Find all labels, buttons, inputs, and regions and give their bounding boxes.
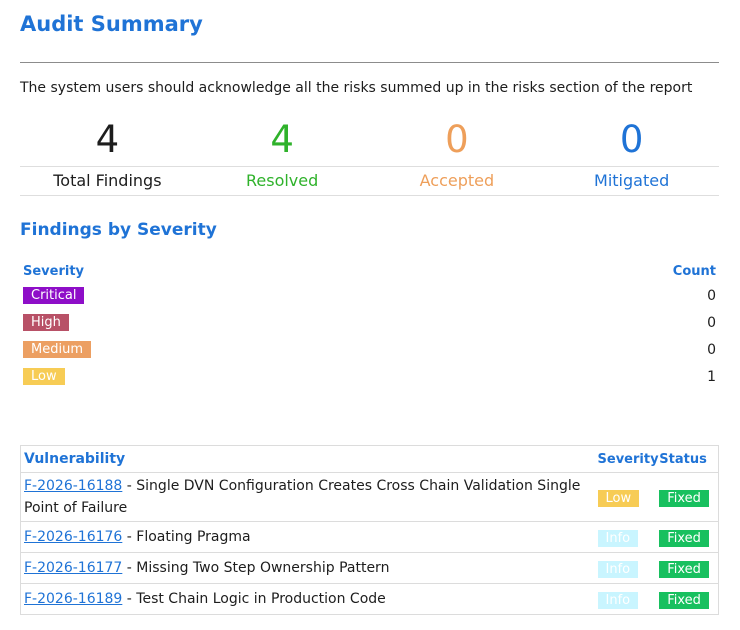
status-cell: Fixed <box>659 589 718 609</box>
vulnerability-table-header: Vulnerability Severity Status <box>21 446 718 473</box>
status-badge: Fixed <box>659 592 709 609</box>
low-count: 1 <box>707 368 716 385</box>
table-row: F-2026-16176 - Floating Pragma Info Fixe… <box>21 522 718 553</box>
severity-table-header: Severity Count <box>20 260 719 282</box>
stat-mitigated-value: 0 <box>619 118 644 161</box>
finding-link[interactable]: F-2026-16176 <box>24 529 122 545</box>
finding-link[interactable]: F-2026-16188 <box>24 478 122 494</box>
stat-resolved-value: 4 <box>270 118 294 161</box>
vulnerability-column-header: Vulnerability <box>24 451 126 467</box>
finding-cell: F-2026-16176 - Floating Pragma <box>21 526 598 548</box>
stat-accepted-label: Accepted <box>419 171 495 190</box>
stat-resolved-label: Resolved <box>245 171 319 190</box>
stat-accepted-value: 0 <box>445 118 469 161</box>
severity-row-high: High 0 <box>20 309 719 336</box>
stats-summary: 4 4 0 0 Total Findings Resolved Accepted… <box>20 118 719 196</box>
status-badge: Fixed <box>659 530 709 547</box>
high-count: 0 <box>707 314 716 331</box>
medium-badge: Medium <box>23 341 91 358</box>
severity-column-header: Severity <box>23 263 85 279</box>
severity-row-medium: Medium 0 <box>20 336 719 363</box>
table-row: F-2026-16188 - Single DVN Configuration … <box>21 473 718 522</box>
severity-cell: Info <box>597 527 660 547</box>
finding-title: - Missing Two Step Ownership Pattern <box>122 560 390 576</box>
critical-count: 0 <box>707 287 716 304</box>
status-column-header: Status <box>659 451 707 467</box>
critical-badge: Critical <box>23 287 85 304</box>
stat-mitigated-label: Mitigated <box>594 171 670 190</box>
finding-cell: F-2026-16177 - Missing Two Step Ownershi… <box>21 557 598 579</box>
status-cell: Fixed <box>659 558 718 578</box>
high-badge: High <box>23 314 69 331</box>
status-cell: Fixed <box>659 487 718 507</box>
title-divider <box>20 62 719 63</box>
severity-cell: Low <box>597 487 660 507</box>
stat-total-value: 4 <box>95 118 120 161</box>
finding-title: - Floating Pragma <box>122 529 251 545</box>
intro-text: The system users should acknowledge all … <box>20 80 693 96</box>
status-badge: Fixed <box>659 490 709 507</box>
severity-badge: Info <box>597 592 639 609</box>
page-title: Audit Summary <box>20 12 203 36</box>
severity-cell: Info <box>597 589 660 609</box>
finding-cell: F-2026-16189 - Test Chain Logic in Produ… <box>21 588 598 610</box>
vulnerability-table: Vulnerability Severity Status F-2026-161… <box>20 445 719 615</box>
severity-row-critical: Critical 0 <box>20 282 719 309</box>
status-cell: Fixed <box>659 527 718 547</box>
severity-badge: Low <box>597 490 640 507</box>
severity-column-header: Severity <box>597 451 659 467</box>
table-row: F-2026-16177 - Missing Two Step Ownershi… <box>21 553 718 584</box>
severity-badge: Info <box>597 561 639 578</box>
low-badge: Low <box>23 368 65 385</box>
status-badge: Fixed <box>659 561 709 578</box>
severity-table: Severity Count Critical 0 High 0 Medium … <box>20 260 719 390</box>
stat-total-label: Total Findings <box>53 171 162 190</box>
severity-row-low: Low 1 <box>20 363 719 390</box>
medium-count: 0 <box>707 341 716 358</box>
finding-link[interactable]: F-2026-16177 <box>24 560 122 576</box>
severity-cell: Info <box>597 558 660 578</box>
finding-title: - Test Chain Logic in Production Code <box>122 591 386 607</box>
finding-link[interactable]: F-2026-16189 <box>24 591 122 607</box>
finding-cell: F-2026-16188 - Single DVN Configuration … <box>21 475 598 519</box>
table-row: F-2026-16189 - Test Chain Logic in Produ… <box>21 584 718 614</box>
count-column-header: Count <box>672 263 716 279</box>
severity-section-title: Findings by Severity <box>20 220 217 240</box>
severity-badge: Info <box>597 530 639 547</box>
